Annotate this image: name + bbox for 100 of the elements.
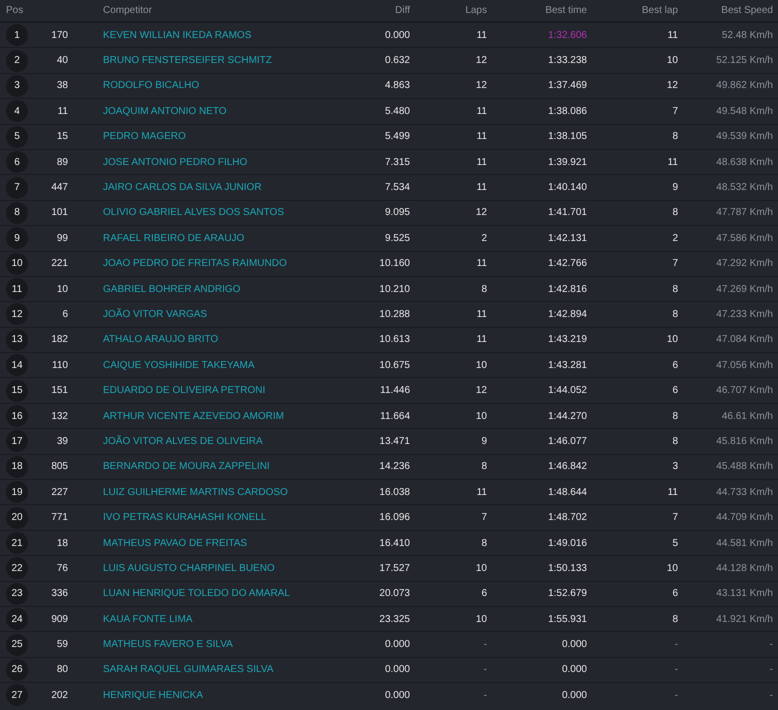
competitor-link[interactable]: ATHALO ARAUJO BRITO (103, 334, 218, 346)
table-cell: 805 (51, 461, 68, 472)
table-cell: 1:32.606 (548, 30, 587, 41)
competitor-link[interactable]: PEDRO MAGERO (103, 131, 186, 142)
table-cell: 8 (672, 308, 678, 320)
competitor-link[interactable]: CAIQUE YOSHIHIDE TAKEYAMA (103, 360, 255, 371)
table-cell: 0.000 (562, 664, 587, 676)
competitor-link[interactable]: BERNARDO DE MOURA ZAPPELINI (103, 461, 270, 472)
table-cell: 1:41.701 (548, 207, 587, 218)
table-cell: 11 (476, 334, 487, 346)
table-cell: 48.638 Km/h (716, 156, 773, 168)
table-cell: 2 (672, 232, 678, 244)
table-cell: 89 (56, 156, 68, 168)
table-cell: 5 (672, 538, 678, 548)
competitor-link[interactable]: JOAQUIM ANTONIO NETO (103, 106, 227, 117)
table-cell: 0.000 (562, 690, 587, 701)
table-cell: 11 (476, 106, 487, 117)
table-cell: - (770, 664, 773, 676)
table-cell: 1:48.702 (548, 512, 587, 524)
table-cell: 12 (476, 207, 487, 218)
competitor-link[interactable]: HENRIQUE HENICKA (103, 690, 204, 701)
table-cell: 12 (476, 55, 487, 66)
table-cell: 8 (672, 284, 678, 295)
competitor-link[interactable]: RODOLFO BICALHO (103, 80, 200, 92)
competitor-link[interactable]: IVO PETRAS KURAHASHI KONELL (103, 512, 266, 524)
table-cell: 227 (51, 486, 68, 498)
table-cell: 447 (51, 182, 68, 194)
table-cell: 5.499 (384, 131, 410, 142)
competitor-link[interactable]: SARAH RAQUEL GUIMARAES SILVA (103, 664, 274, 676)
table-cell: 10 (666, 562, 678, 574)
column-header: Best time (545, 5, 587, 16)
competitor-link[interactable]: JOSE ANTONIO PEDRO FILHO (103, 156, 248, 168)
table-cell: 1:43.281 (548, 360, 587, 371)
table-cell: 44.581 Km/h (716, 538, 773, 548)
table-cell: 6 (672, 360, 678, 371)
table-cell: 7 (672, 258, 678, 270)
table-cell: 48.532 Km/h (716, 182, 773, 194)
table-cell: 11 (476, 182, 487, 194)
table-cell: 0.000 (562, 639, 587, 650)
table-cell: 14.236 (379, 461, 410, 472)
competitor-link[interactable]: KEVEN WILLIAN IKEDA RAMOS (103, 30, 252, 41)
table-cell: 99 (56, 232, 68, 244)
table-cell: 10 (476, 562, 487, 574)
competitor-link[interactable]: MATHEUS PAVAO DE FREITAS (103, 538, 248, 548)
competitor-link[interactable]: JOAO PEDRO DE FREITAS RAIMUNDO (103, 258, 287, 270)
competitor-link[interactable]: EDUARDO DE OLIVEIRA PETRONI (103, 385, 266, 396)
column-header: Laps (465, 5, 487, 16)
table-cell: 16.038 (379, 486, 410, 498)
table-cell: - (770, 690, 773, 701)
table-cell: 46.707 Km/h (716, 385, 773, 396)
table-cell: 10 (476, 410, 487, 422)
position-badge: 1 (6, 24, 28, 46)
table-cell: 10 (476, 360, 487, 371)
competitor-link[interactable]: BRUNO FENSTERSEIFER SCHMITZ (103, 55, 272, 66)
table-cell: 11 (668, 30, 678, 41)
competitor-link[interactable]: MATHEUS FAVERO E SILVA (103, 639, 233, 650)
table-cell: 44.709 Km/h (716, 512, 773, 524)
table-cell: 8 (672, 614, 678, 625)
table-cell: 7.315 (384, 156, 410, 168)
column-header: Competitor (103, 5, 152, 16)
position-badge: 24 (6, 608, 28, 630)
table-cell: 2 (481, 232, 487, 244)
competitor-link[interactable]: GABRIEL BOHRER ANDRIGO (103, 284, 240, 295)
table-cell: 101 (51, 207, 68, 218)
table-cell: 5.480 (384, 106, 410, 117)
position-badge: 5 (6, 126, 28, 148)
table-cell: 170 (51, 30, 68, 41)
table-cell: 771 (51, 512, 68, 524)
table-cell: 45.488 Km/h (716, 461, 773, 472)
competitor-link[interactable]: RAFAEL RIBEIRO DE ARAUJO (103, 232, 244, 244)
table-cell: 76 (56, 562, 68, 574)
competitor-link[interactable]: OLIVIO GABRIEL ALVES DOS SANTOS (103, 207, 284, 218)
position-badge: 20 (6, 506, 28, 529)
table-cell: 20.073 (379, 588, 410, 600)
competitor-link[interactable]: LUIZ GUILHERME MARTINS CARDOSO (103, 486, 288, 498)
table-cell: 10 (666, 55, 678, 66)
position-badge: 8 (6, 202, 28, 224)
table-cell: 0.000 (384, 639, 410, 650)
competitor-link[interactable]: JOÃO VITOR VARGAS (103, 308, 208, 320)
table-cell: 23.325 (379, 614, 410, 625)
competitor-link[interactable]: JAIRO CARLOS DA SILVA JUNIOR (103, 182, 262, 194)
table-cell: 40 (56, 55, 68, 66)
position-badge: 7 (6, 176, 28, 199)
table-cell: 39 (56, 436, 68, 447)
table-cell: 6 (672, 588, 678, 600)
table-cell: 8 (481, 461, 487, 472)
table-cell: 1:42.131 (548, 232, 587, 244)
competitor-link[interactable]: LUAN HENRIQUE TOLEDO DO AMARAL (103, 588, 290, 600)
position-badge: 19 (6, 481, 28, 504)
competitor-link[interactable]: KAUA FONTE LIMA (103, 614, 192, 625)
table-cell: 8 (672, 436, 678, 447)
table-cell: 7 (672, 512, 678, 524)
table-cell: 10 (476, 614, 487, 625)
table-cell: 0.000 (384, 30, 410, 41)
competitor-link[interactable]: JOÃO VITOR ALVES DE OLIVEIRA (103, 436, 263, 447)
competitor-link[interactable]: ARTHUR VICENTE AZEVEDO AMORIM (103, 410, 284, 422)
table-cell: 7 (481, 512, 487, 524)
table-cell: - (674, 664, 678, 676)
competitor-link[interactable]: LUIS AUGUSTO CHARPINEL BUENO (103, 562, 275, 574)
column-header: Best lap (642, 5, 678, 16)
